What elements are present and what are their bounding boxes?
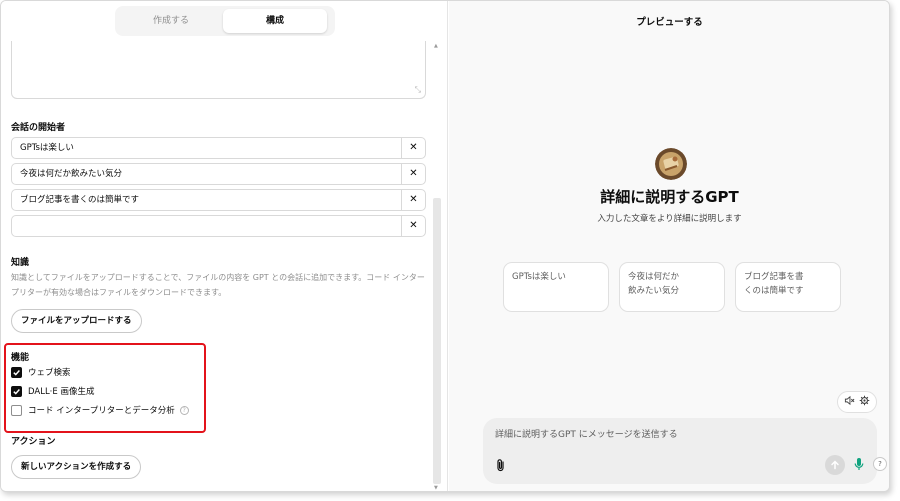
starter-field[interactable]: ブログ記事を書くのは簡単です ✕	[11, 189, 426, 211]
tab-create[interactable]: 作成する	[119, 9, 223, 33]
send-arrow-icon	[831, 460, 839, 470]
starter-text: GPTsは楽しい	[20, 143, 74, 153]
card-line: 飲みたい気分	[628, 286, 680, 296]
actions-label: アクション	[11, 437, 56, 447]
conversation-starters-label: 会話の開始者	[11, 123, 66, 133]
starter-field[interactable]: 今夜は何だか飲みたい気分 ✕	[11, 163, 426, 185]
mute-icon[interactable]	[844, 395, 855, 409]
starter-text: 今夜は何だか飲みたい気分	[20, 169, 123, 179]
app-window: 作成する 構成 ⤡ 会話の開始者 GPTsは楽しい ✕ 今夜は何だか飲みたい気分…	[0, 0, 890, 492]
message-input[interactable]	[495, 425, 855, 445]
close-icon[interactable]: ✕	[401, 138, 425, 158]
card-line: ブログ記事を書	[744, 272, 804, 282]
send-button[interactable]	[825, 455, 845, 475]
card-line: くのは簡単です	[744, 286, 804, 296]
starter-card[interactable]: ブログ記事を書 くのは簡単です	[735, 262, 841, 312]
starter-field[interactable]: GPTsは楽しい ✕	[11, 137, 426, 159]
configure-panel: 作成する 構成 ⤡ 会話の開始者 GPTsは楽しい ✕ 今夜は何だか飲みたい気分…	[1, 1, 448, 491]
gear-icon[interactable]	[859, 395, 870, 409]
resize-icon[interactable]: ⤡	[415, 85, 421, 95]
starter-card[interactable]: 今夜は何だか 飲みたい気分	[619, 262, 725, 312]
scroll-down-icon[interactable]: ▼	[434, 485, 438, 491]
card-line: 今夜は何だか	[628, 272, 680, 282]
mode-switch: 作成する 構成	[115, 6, 335, 36]
starter-text: ブログ記事を書くのは簡単です	[20, 195, 140, 205]
preview-title: プレビューする	[636, 17, 703, 28]
preview-panel: プレビューする 詳細に説明するGPT 入力した文章をより詳細に説明します GPT…	[449, 1, 889, 491]
knowledge-label: 知識	[11, 258, 30, 268]
gpt-description: 入力した文章をより詳細に説明します	[597, 214, 742, 224]
starter-card[interactable]: GPTsは楽しい	[503, 262, 609, 312]
scrollbar-thumb[interactable]	[433, 198, 441, 484]
microphone-icon[interactable]	[854, 457, 864, 474]
capabilities-highlight-box	[4, 343, 206, 433]
upload-files-button[interactable]: ファイルをアップロードする	[11, 309, 142, 333]
gpt-avatar	[655, 148, 687, 180]
create-action-button[interactable]: 新しいアクションを作成する	[11, 455, 142, 479]
paperclip-icon[interactable]	[495, 458, 506, 475]
instructions-textarea[interactable]: ⤡	[11, 41, 426, 99]
close-icon[interactable]: ✕	[401, 216, 425, 236]
preview-toolbar	[837, 391, 877, 413]
message-composer	[483, 418, 877, 484]
card-line: GPTsは楽しい	[512, 272, 566, 282]
knowledge-description: 知識としてファイルをアップロードすることで、ファイルの内容を GPT との会話に…	[11, 273, 425, 297]
close-icon[interactable]: ✕	[401, 190, 425, 210]
scroll-up-icon[interactable]: ▲	[434, 43, 438, 49]
starter-field[interactable]: ✕	[11, 215, 426, 237]
close-icon[interactable]: ✕	[401, 164, 425, 184]
tab-configure[interactable]: 構成	[223, 9, 327, 33]
gpt-name: 詳細に説明するGPT	[600, 188, 739, 206]
help-icon[interactable]: ?	[873, 457, 887, 471]
